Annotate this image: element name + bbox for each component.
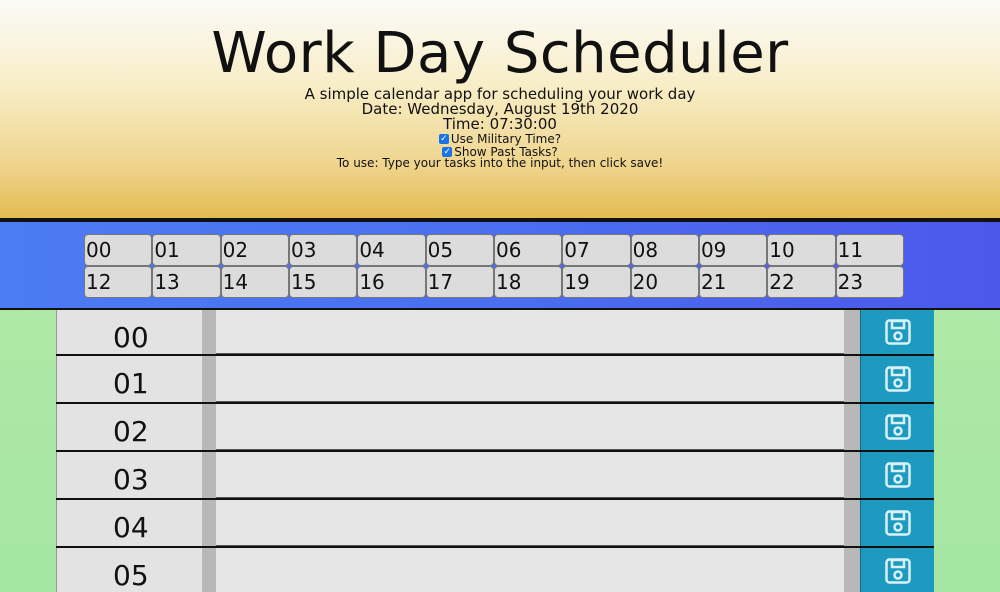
hour-button[interactable]: 05: [425, 234, 494, 266]
time-block-row: 01: [56, 354, 934, 402]
hour-button[interactable]: 23: [835, 266, 904, 298]
floppy-disk-icon: [884, 461, 912, 489]
hour-button[interactable]: 19: [562, 266, 631, 298]
hour-button[interactable]: 07: [562, 234, 631, 266]
save-button[interactable]: [860, 356, 934, 402]
floppy-disk-icon: [884, 557, 912, 585]
save-button[interactable]: [860, 452, 934, 498]
hour-button[interactable]: 03: [288, 234, 358, 266]
hour-label: 01: [56, 356, 202, 402]
military-time-option[interactable]: ✓ Use Military Time?: [0, 132, 1000, 146]
page-title: Work Day Scheduler: [211, 21, 789, 86]
task-input[interactable]: [216, 310, 844, 354]
save-button[interactable]: [860, 548, 934, 592]
hour-button[interactable]: 08: [630, 234, 699, 266]
hour-button[interactable]: 15: [288, 266, 358, 298]
hour-button[interactable]: 09: [698, 234, 768, 266]
hour-button[interactable]: 01: [152, 234, 221, 266]
task-input[interactable]: [216, 404, 844, 450]
floppy-disk-icon: [884, 413, 912, 441]
hour-button[interactable]: 04: [357, 234, 426, 266]
row-right-edge: [844, 500, 860, 546]
hour-button[interactable]: 17: [425, 266, 494, 298]
current-time: Time: 07:30:00: [443, 115, 557, 133]
hour-button[interactable]: 11: [835, 234, 904, 266]
hour-label: 05: [56, 548, 202, 592]
task-input[interactable]: [216, 548, 844, 592]
task-input[interactable]: [216, 452, 844, 498]
time-block-row: 05: [56, 546, 934, 592]
row-left-edge: [202, 356, 216, 402]
time-block-row: 02: [56, 402, 934, 450]
hour-button[interactable]: 20: [630, 266, 699, 298]
row-left-edge: [202, 548, 216, 592]
task-input[interactable]: [216, 356, 844, 402]
time-block-row: 00: [56, 310, 934, 354]
task-input[interactable]: [216, 500, 844, 546]
row-right-edge: [844, 452, 860, 498]
floppy-disk-icon: [884, 509, 912, 537]
hour-button[interactable]: 00: [84, 234, 153, 266]
row-left-edge: [202, 500, 216, 546]
hour-button[interactable]: 14: [220, 266, 289, 298]
hour-button-grid: 00 01 02 03 04 05 06 07 08 09 10 11 12 1…: [84, 234, 904, 298]
hour-button[interactable]: 12: [84, 266, 153, 298]
save-button[interactable]: [860, 404, 934, 450]
time-block-row: 03: [56, 450, 934, 498]
hour-button[interactable]: 16: [357, 266, 426, 298]
hour-label: 04: [56, 500, 202, 546]
row-right-edge: [844, 548, 860, 592]
save-button[interactable]: [860, 500, 934, 546]
hour-button[interactable]: 10: [767, 234, 836, 266]
row-right-edge: [844, 404, 860, 450]
military-time-checkbox[interactable]: ✓: [438, 134, 449, 144]
row-left-edge: [202, 452, 216, 498]
row-right-edge: [844, 356, 860, 402]
floppy-disk-icon: [884, 365, 912, 393]
instructions: To use: Type your tasks into the input, …: [336, 156, 664, 170]
hour-label: 02: [56, 404, 202, 450]
row-left-edge: [202, 310, 216, 354]
page-header: Work Day Scheduler A simple calendar app…: [0, 0, 1000, 218]
military-time-label: Use Military Time?: [450, 132, 562, 146]
floppy-disk-icon: [884, 318, 912, 346]
hour-button[interactable]: 21: [698, 266, 768, 298]
hour-label: 03: [56, 452, 202, 498]
save-button[interactable]: [860, 310, 934, 354]
hour-label: 00: [56, 310, 202, 354]
hour-button[interactable]: 13: [152, 266, 221, 298]
row-left-edge: [202, 404, 216, 450]
hour-button[interactable]: 06: [493, 234, 563, 266]
hour-button[interactable]: 18: [493, 266, 563, 298]
schedule-list: 00 01 02 03 04 05: [56, 310, 934, 592]
hour-button[interactable]: 02: [220, 234, 289, 266]
hour-button[interactable]: 22: [767, 266, 836, 298]
hour-selector: 00 01 02 03 04 05 06 07 08 09 10 11 12 1…: [0, 222, 1000, 310]
time-block-row: 04: [56, 498, 934, 546]
row-right-edge: [844, 310, 860, 354]
